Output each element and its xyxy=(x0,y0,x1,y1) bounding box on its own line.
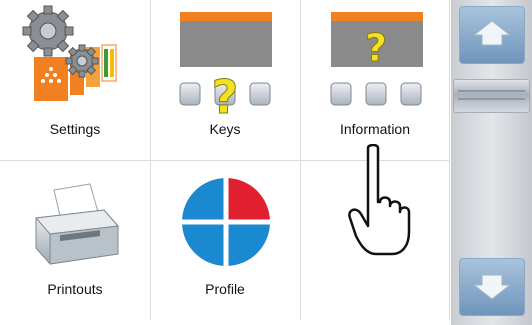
information-help-icon: ? xyxy=(330,12,423,106)
svg-text:?: ? xyxy=(365,26,387,70)
information-label: Information xyxy=(339,121,411,137)
keys-help-icon: ? xyxy=(179,12,272,120)
keys-label: Keys xyxy=(209,121,241,137)
profile-tile[interactable]: Profile xyxy=(150,160,300,320)
hand-pointer-icon xyxy=(348,144,411,256)
scroll-up-icon xyxy=(472,20,512,46)
printouts-tile[interactable]: Printouts xyxy=(0,160,150,320)
thumb-grip xyxy=(458,98,525,100)
thumb-grip xyxy=(458,90,525,92)
vertical-scrollbar[interactable] xyxy=(451,0,532,325)
keys-tile[interactable]: ? Keys xyxy=(150,0,300,160)
scroll-down-icon xyxy=(472,274,512,300)
scroll-up-button[interactable] xyxy=(459,6,525,64)
profile-label: Profile xyxy=(205,281,245,297)
gears-icon xyxy=(22,5,117,101)
svg-text:?: ? xyxy=(212,70,239,120)
scroll-thumb[interactable] xyxy=(453,79,530,113)
scroll-down-button[interactable] xyxy=(459,258,525,316)
profile-pie-icon xyxy=(180,176,272,268)
information-tile[interactable]: ? Information xyxy=(300,0,450,160)
settings-tile[interactable]: Settings xyxy=(0,0,150,160)
settings-label: Settings xyxy=(49,121,101,137)
printouts-label: Printouts xyxy=(47,281,103,297)
printer-icon xyxy=(34,183,120,265)
